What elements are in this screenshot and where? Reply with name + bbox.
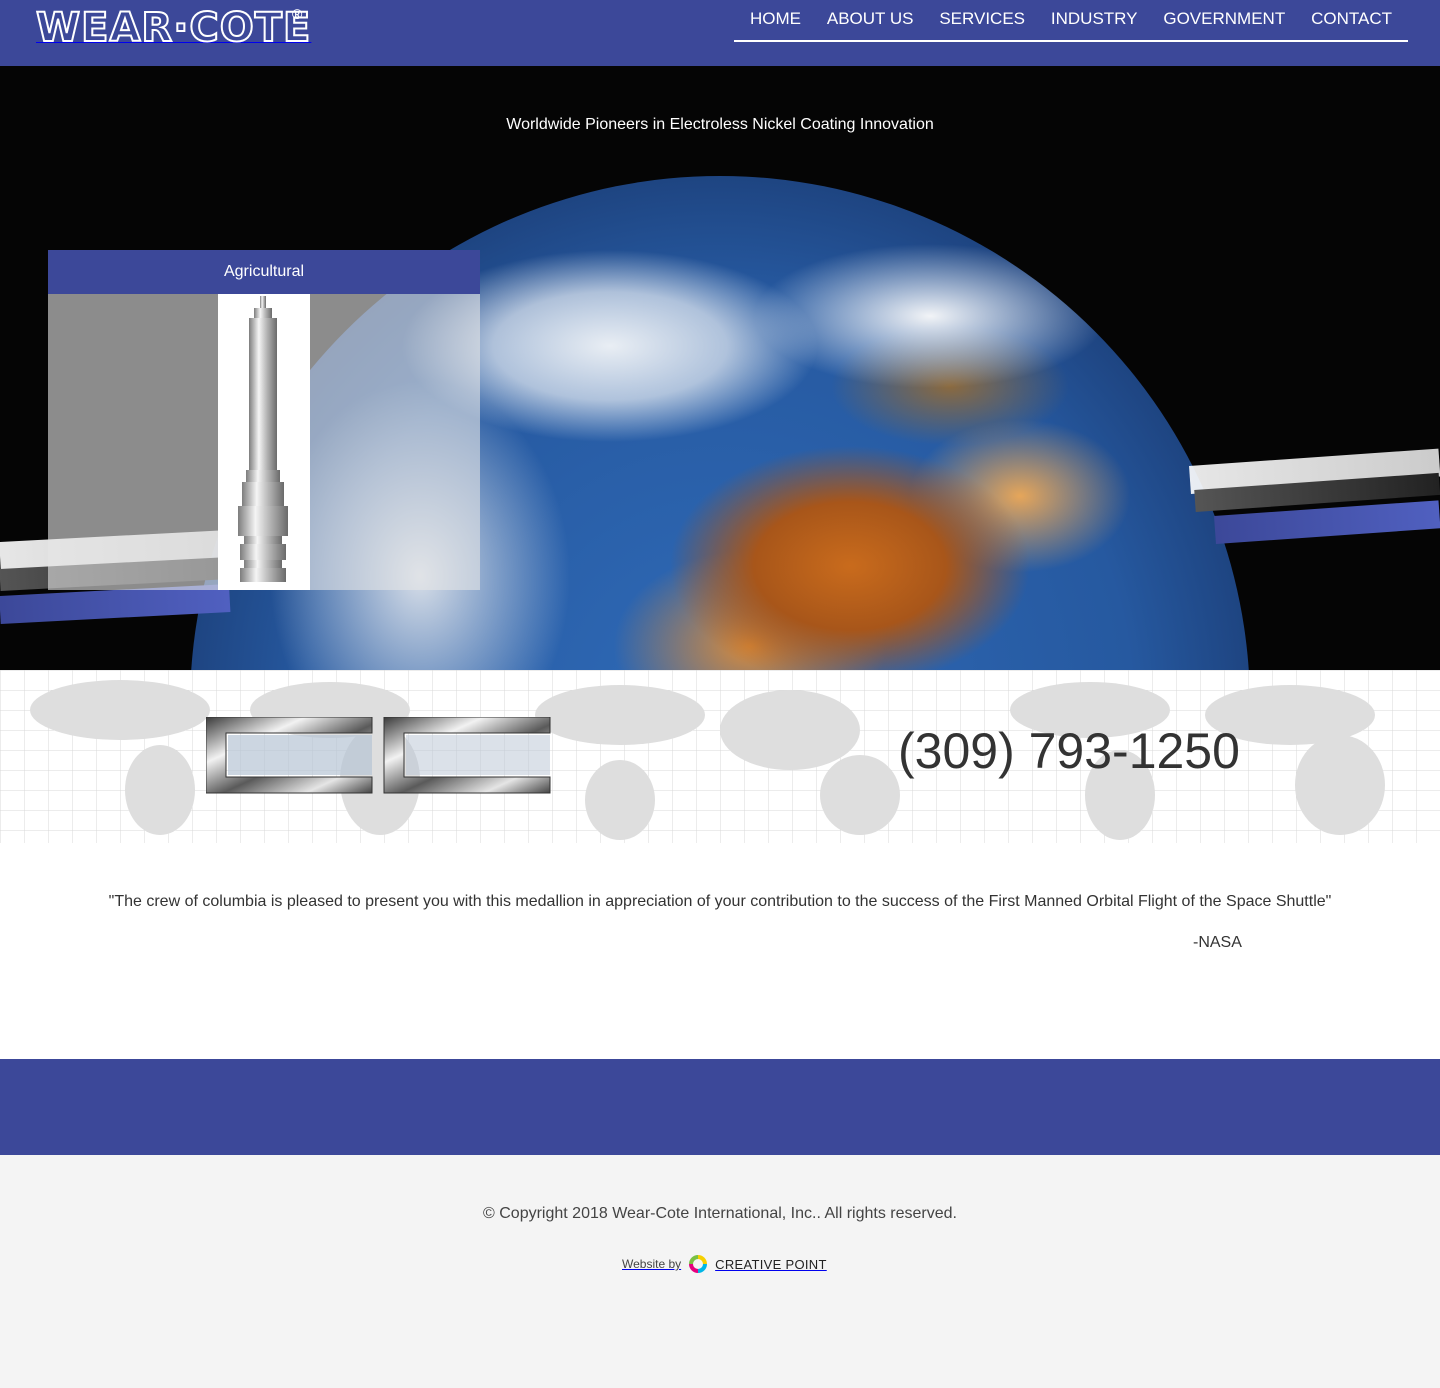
copyright-text: © Copyright 2018 Wear-Cote International… [483,1205,957,1222]
nasa-quote: "The crew of columbia is pleased to pres… [108,893,1332,910]
nav-industry[interactable]: INDUSTRY [1051,0,1138,40]
site-footer: © Copyright 2018 Wear-Cote International… [0,1155,1440,1388]
agricultural-part-image [218,294,310,590]
contact-band: (309) 793-1250 [0,670,1440,843]
nozzle-part-illustration [238,296,288,582]
nav-contact[interactable]: CONTACT [1311,0,1392,40]
nav-home[interactable]: HOME [750,0,801,40]
creative-point-logo-icon [689,1255,708,1273]
nav-government[interactable]: GOVERNMENT [1163,0,1285,40]
slider-body [48,294,480,590]
quote-author: -NASA [1193,934,1242,951]
industry-slider-card[interactable]: Agricultural [48,250,480,590]
phone-number[interactable]: (309) 793-1250 [898,722,1240,780]
hero-tagline: Worldwide Pioneers in Electroless Nickel… [506,116,934,133]
cc-logo-graphic [205,716,551,794]
hero-banner: Worldwide Pioneers in Electroless Nickel… [0,66,1440,670]
website-credit-link[interactable]: Website by CREATIVE POINT [622,1255,827,1273]
slider-title[interactable]: Agricultural [48,250,480,294]
footer-blue-band [0,1059,1440,1155]
credit-label: Website by [622,1257,682,1271]
nav-services[interactable]: SERVICES [939,0,1025,40]
nav-about-us[interactable]: ABOUT US [827,0,914,40]
testimonial-section: "The crew of columbia is pleased to pres… [0,843,1440,1059]
main-nav: HOME ABOUT US SERVICES INDUSTRY GOVERNME… [734,0,1408,42]
logo-registered-mark: ® [292,6,303,22]
wear-cote-logo[interactable]: WEAR·COTE ® [35,5,312,51]
site-header: WEAR·COTE ® HOME ABOUT US SERVICES INDUS… [0,0,1440,66]
logo-text: WEAR·COTE [35,5,312,51]
cc-logo [205,716,552,800]
credit-name: CREATIVE POINT [715,1256,827,1272]
